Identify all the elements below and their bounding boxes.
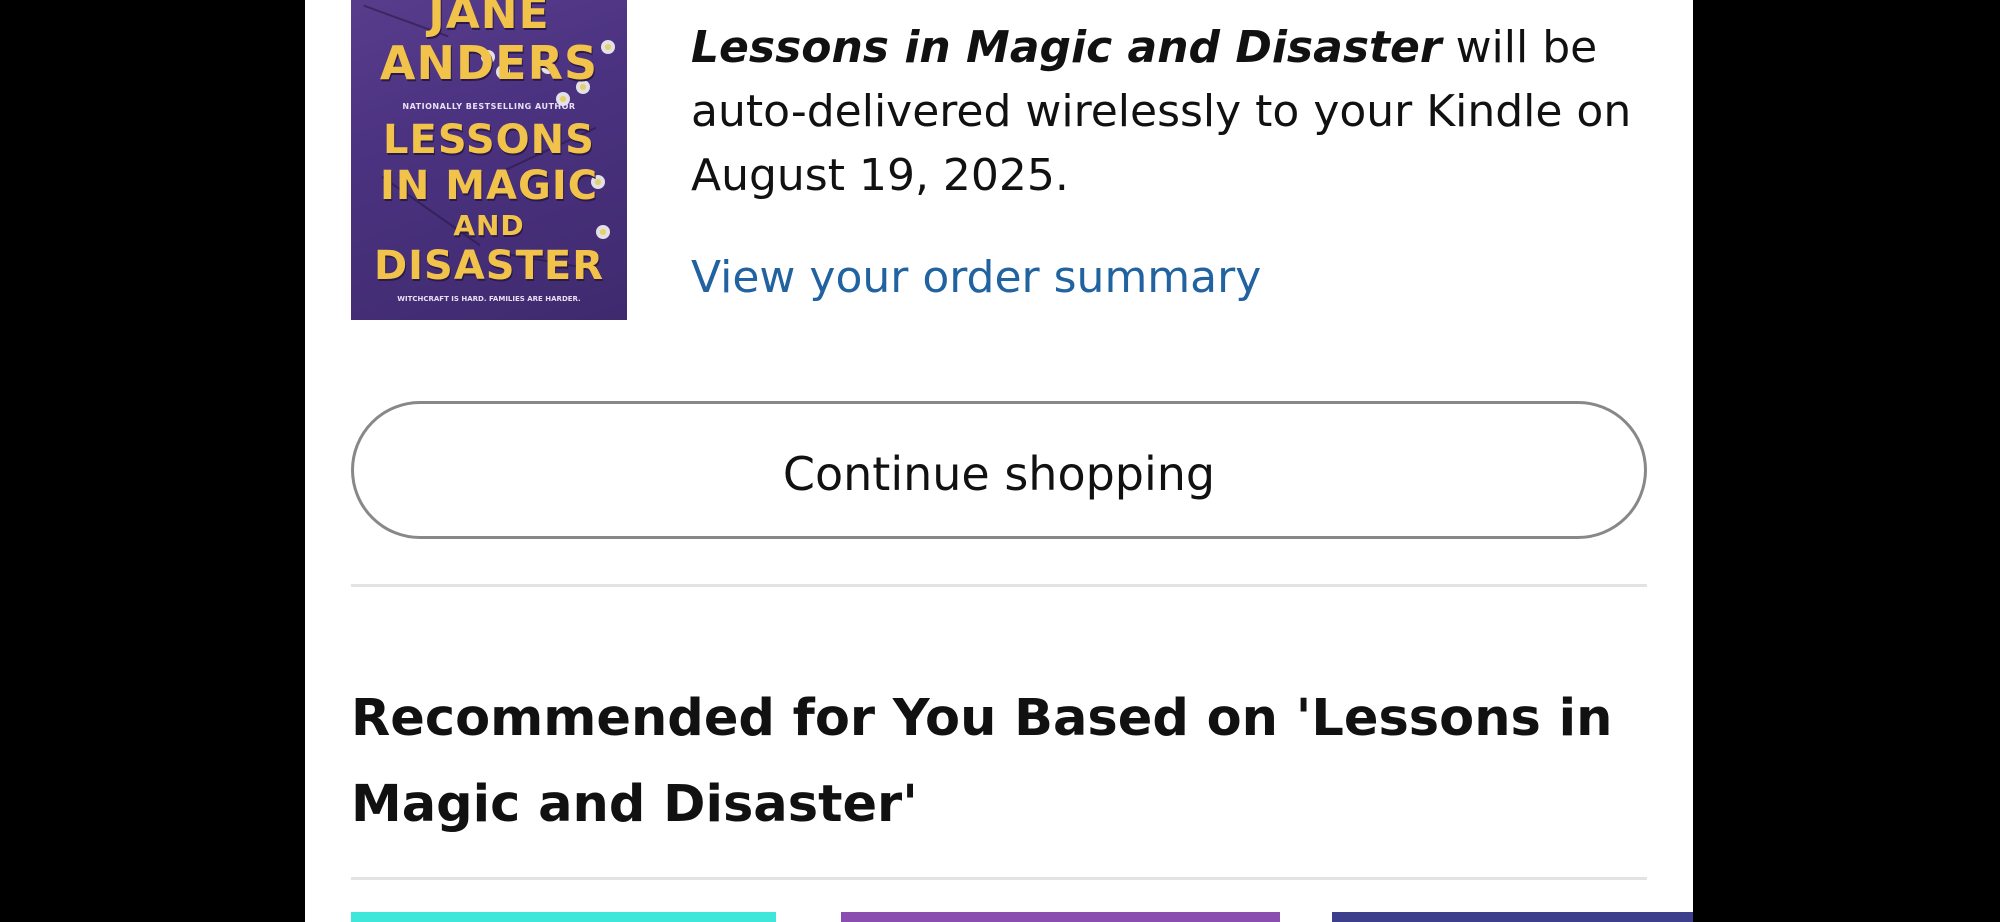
recommended-book-thumbnail[interactable] [841,912,1280,922]
recommended-book-thumbnail[interactable] [1332,912,1693,922]
cover-tagline: NATIONALLY BESTSELLING AUTHOR [402,102,576,111]
recommendations-heading: Recommended for You Based on 'Lessons in… [351,676,1651,848]
continue-shopping-button[interactable]: Continue shopping [351,401,1647,539]
cover-subtitle: WITCHCRAFT IS HARD. FAMILIES ARE HARDER. [397,295,581,303]
cover-title-line4: DISASTER [373,243,605,289]
divider [351,877,1647,880]
book-title: Lessons in Magic and Disaster [691,22,1442,73]
recommendations-heading-line2: Magic and Disaster' [351,775,918,834]
divider [351,584,1647,587]
book-cover-image[interactable]: JANE ANDERS NATIONALLY BESTSELLING AUTHO… [351,0,627,320]
cover-title-line3: AND [453,209,525,242]
cover-title-line1: LESSONS [383,117,595,163]
recommendations-heading-line1: Recommended for You Based on 'Lessons in [351,689,1613,748]
recommended-book-thumbnail[interactable] [351,912,776,922]
cover-author-first: JANE [428,0,550,39]
view-order-summary-link[interactable]: View your order summary [691,252,1261,303]
cover-author-last: ANDERS [379,36,599,90]
app-screen: JANE ANDERS NATIONALLY BESTSELLING AUTHO… [305,0,1693,922]
cover-title-line2: IN MAGIC [379,163,599,209]
delivery-message: Lessons in Magic and Disaster will be au… [691,16,1671,208]
